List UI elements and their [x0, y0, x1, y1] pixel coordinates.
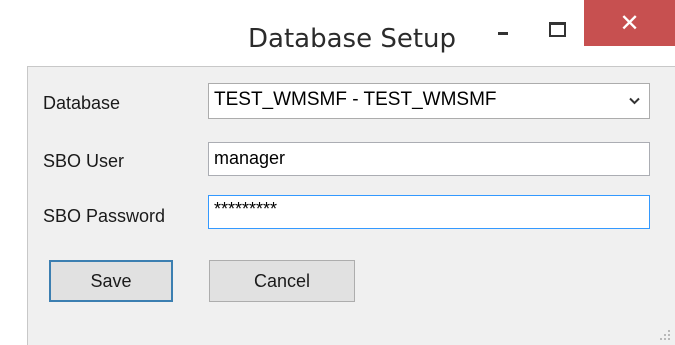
maximize-button[interactable] — [534, 0, 580, 50]
form-panel: Database TEST_WMSMF - TEST_WMSMF SBO Use… — [27, 66, 675, 345]
cancel-button[interactable]: Cancel — [209, 260, 355, 302]
close-icon: ✕ — [619, 9, 640, 37]
sbo-user-input[interactable]: manager — [208, 142, 650, 176]
chevron-down-icon — [629, 97, 640, 105]
database-dropdown[interactable]: TEST_WMSMF - TEST_WMSMF — [208, 83, 650, 119]
window-title: Database Setup — [248, 24, 456, 54]
sbo-password-input[interactable]: ********* — [208, 195, 650, 229]
resize-grip-icon[interactable] — [659, 329, 671, 341]
sbo-password-label: SBO Password — [43, 206, 166, 226]
minimize-button[interactable] — [480, 0, 526, 50]
database-setup-window: Database Setup ✕ Database TEST_WMSMF - T… — [0, 0, 675, 345]
minimize-icon — [498, 32, 508, 35]
database-selected-value: TEST_WMSMF - TEST_WMSMF — [214, 89, 497, 110]
title-bar[interactable]: Database Setup ✕ — [0, 0, 675, 66]
database-label: Database — [43, 93, 121, 113]
save-button[interactable]: Save — [49, 260, 173, 302]
sbo-user-label: SBO User — [43, 151, 125, 171]
maximize-icon — [549, 22, 566, 37]
close-button[interactable]: ✕ — [584, 0, 675, 46]
